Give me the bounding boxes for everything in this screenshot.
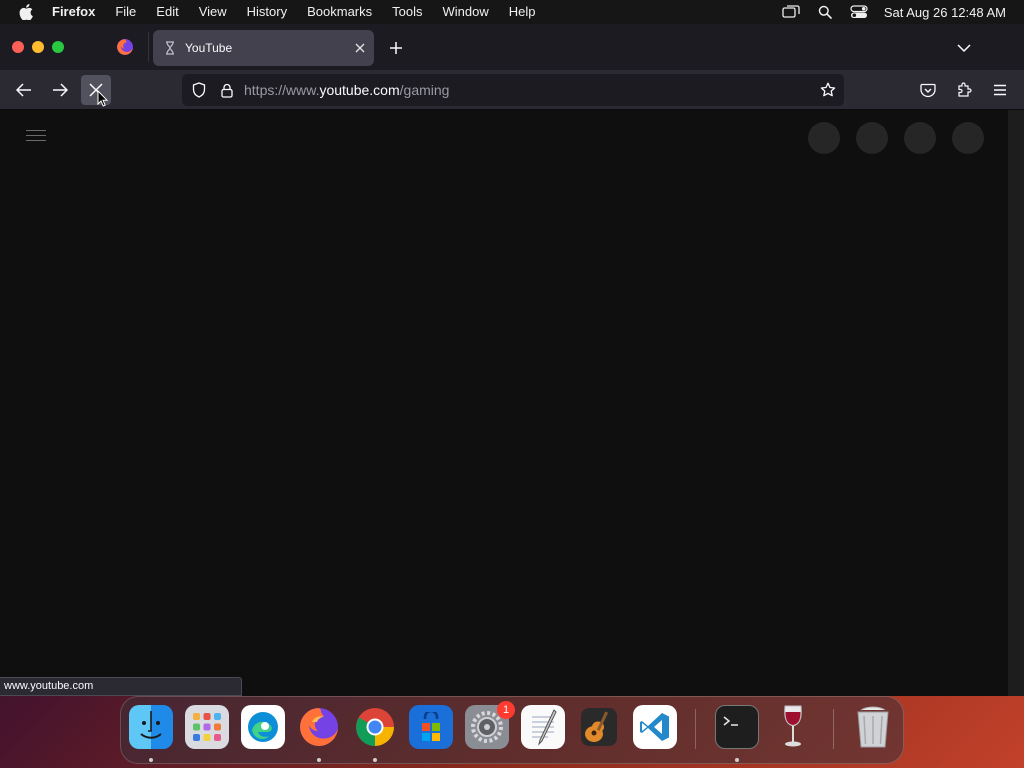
url-text[interactable]: https://www.youtube.com/gaming bbox=[244, 82, 812, 98]
dock-microsoft-edge-icon[interactable] bbox=[241, 705, 285, 749]
menu-edit[interactable]: Edit bbox=[146, 0, 188, 24]
menu-tools[interactable]: Tools bbox=[382, 0, 432, 24]
dock-microsoft-store-icon[interactable] bbox=[409, 705, 453, 749]
navigation-toolbar: https://www.youtube.com/gaming bbox=[0, 70, 1024, 110]
loading-hourglass-icon bbox=[163, 41, 177, 55]
back-button[interactable] bbox=[9, 75, 39, 105]
dock-textedit-icon[interactable] bbox=[521, 705, 565, 749]
dock-visual-studio-code-icon[interactable] bbox=[633, 705, 677, 749]
skeleton-avatar-placeholder bbox=[856, 122, 888, 154]
tab-close-icon[interactable] bbox=[346, 34, 374, 62]
dock-running-indicator bbox=[735, 758, 739, 762]
macos-dock: 1 bbox=[120, 696, 904, 764]
status-panel-link-preview: www.youtube.com bbox=[0, 677, 242, 696]
menu-help[interactable]: Help bbox=[499, 0, 546, 24]
dock-terminal-icon[interactable] bbox=[715, 705, 759, 749]
skeleton-avatar-placeholder bbox=[808, 122, 840, 154]
page-scrollbar[interactable] bbox=[1008, 110, 1024, 696]
tab-strip-separator bbox=[148, 32, 149, 62]
extensions-puzzle-icon[interactable] bbox=[949, 75, 979, 105]
dock-garageband-guitar-icon[interactable] bbox=[577, 705, 621, 749]
new-tab-button[interactable] bbox=[384, 36, 408, 60]
menu-bookmarks[interactable]: Bookmarks bbox=[297, 0, 382, 24]
firefox-view-icon[interactable] bbox=[116, 38, 134, 56]
dock-wine-glass-icon[interactable] bbox=[771, 705, 815, 749]
lock-icon[interactable] bbox=[216, 83, 238, 98]
pocket-icon[interactable] bbox=[913, 75, 943, 105]
window-close-button[interactable] bbox=[12, 41, 24, 53]
apple-menu-icon[interactable] bbox=[0, 4, 52, 20]
skeleton-avatar-placeholder bbox=[952, 122, 984, 154]
bookmark-star-icon[interactable] bbox=[812, 82, 844, 98]
dock-running-indicator bbox=[373, 758, 377, 762]
menu-window[interactable]: Window bbox=[433, 0, 499, 24]
menu-file[interactable]: File bbox=[105, 0, 146, 24]
spotlight-search-icon[interactable] bbox=[808, 5, 842, 19]
dock-separator bbox=[833, 709, 834, 749]
url-prefix: https://www. bbox=[244, 82, 320, 98]
mouse-cursor-icon bbox=[97, 90, 109, 107]
dock-running-indicator bbox=[317, 758, 321, 762]
tab-title: YouTube bbox=[185, 41, 233, 55]
menu-view[interactable]: View bbox=[189, 0, 237, 24]
url-host: youtube.com bbox=[319, 82, 400, 98]
dock-running-indicator bbox=[149, 758, 153, 762]
url-path: /gaming bbox=[399, 82, 450, 98]
menu-history[interactable]: History bbox=[237, 0, 297, 24]
menu-app-name[interactable]: Firefox bbox=[52, 0, 105, 24]
dock-separator bbox=[695, 709, 696, 749]
dock-firefox-icon[interactable] bbox=[297, 705, 341, 749]
tracking-protection-shield-icon[interactable] bbox=[188, 82, 210, 98]
dock-finder-icon[interactable] bbox=[129, 705, 173, 749]
dock-system-preferences-gear-icon[interactable]: 1 bbox=[465, 701, 515, 749]
macos-menu-bar: Firefox File Edit View History Bookmarks… bbox=[0, 0, 1024, 24]
dock-google-chrome-icon[interactable] bbox=[353, 705, 397, 749]
window-minimize-button[interactable] bbox=[32, 41, 44, 53]
forward-button[interactable] bbox=[45, 75, 75, 105]
screen-mirroring-icon[interactable] bbox=[774, 5, 808, 19]
control-center-icon[interactable] bbox=[842, 5, 876, 19]
tab-strip: YouTube bbox=[0, 24, 1024, 70]
youtube-page-content bbox=[0, 110, 1008, 696]
firefox-window: YouTube https://www.youtube.com/gaming w… bbox=[0, 24, 1024, 696]
tab-youtube[interactable]: YouTube bbox=[153, 30, 374, 66]
dock-launchpad-icon[interactable] bbox=[185, 705, 229, 749]
menubar-clock[interactable]: Sat Aug 26 12:48 AM bbox=[884, 5, 1006, 20]
stop-loading-button[interactable] bbox=[81, 75, 111, 107]
application-menu-hamburger-icon[interactable] bbox=[985, 75, 1015, 105]
youtube-guide-menu-icon[interactable] bbox=[26, 130, 46, 146]
dock-trash-icon[interactable] bbox=[851, 705, 895, 749]
notification-badge: 1 bbox=[497, 701, 515, 719]
skeleton-avatar-placeholder bbox=[904, 122, 936, 154]
list-all-tabs-chevron-down-icon[interactable] bbox=[952, 36, 976, 60]
window-zoom-button[interactable] bbox=[52, 41, 64, 53]
url-bar[interactable]: https://www.youtube.com/gaming bbox=[182, 74, 844, 106]
